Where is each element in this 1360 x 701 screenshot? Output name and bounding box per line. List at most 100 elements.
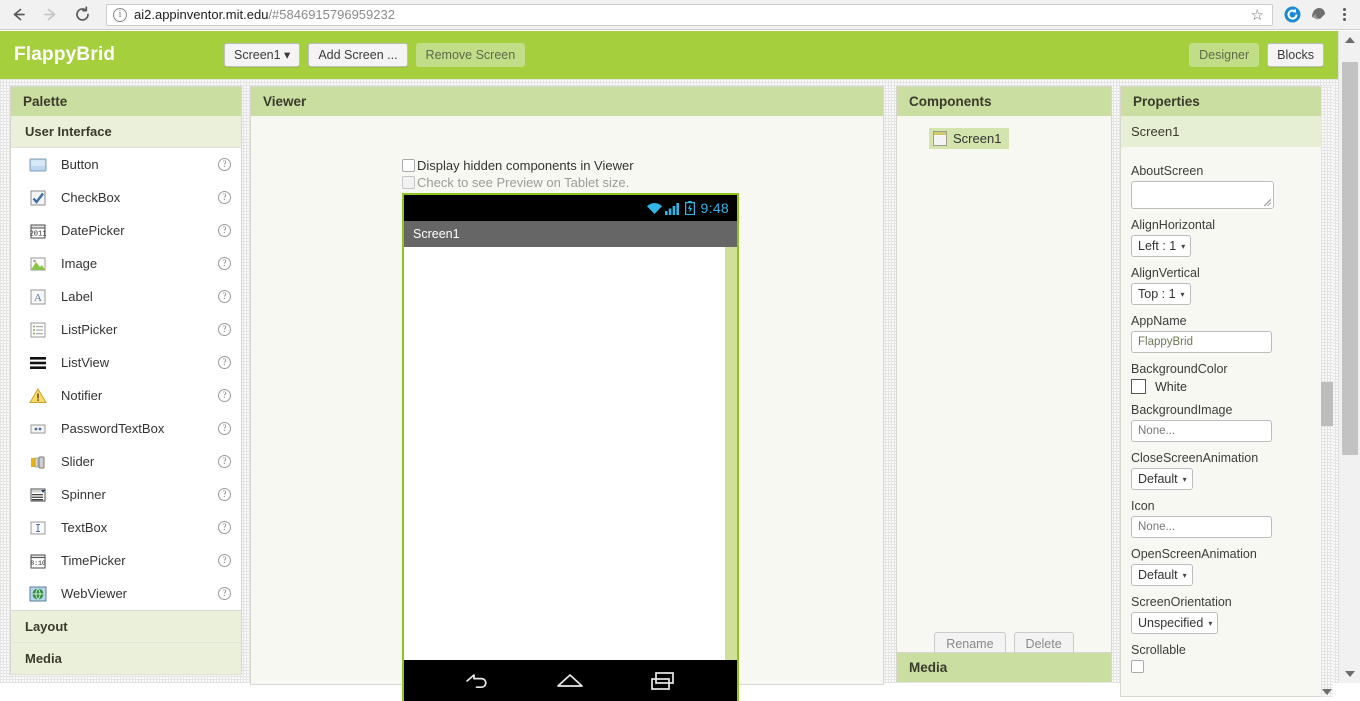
tablet-preview-checkbox-row[interactable]: Check to see Preview on Tablet size. — [402, 175, 634, 190]
forward-arrow-icon — [36, 1, 64, 29]
blocks-tab-button[interactable]: Blocks — [1267, 43, 1324, 67]
palette-item-textbox[interactable]: TextBox? — [11, 511, 241, 544]
property-input-backgroundimage[interactable]: None... — [1131, 420, 1272, 442]
palette-section-media[interactable]: Media — [10, 643, 242, 675]
phone-navigation-bar — [404, 660, 737, 701]
palette-item-label: TextBox — [61, 520, 108, 535]
components-title: Components — [896, 86, 1112, 116]
palette-item-spinner[interactable]: Spinner? — [11, 478, 241, 511]
designer-tab-button[interactable]: Designer — [1189, 43, 1260, 67]
scroll-down-arrow-icon[interactable] — [1345, 671, 1355, 677]
chevron-down-icon: ▾ — [1181, 241, 1186, 251]
help-icon[interactable]: ? — [218, 323, 231, 336]
home-nav-icon — [557, 673, 584, 687]
palette-item-timepicker[interactable]: 8:10 TimePicker? — [11, 544, 241, 577]
palette-item-button[interactable]: Button? — [11, 148, 241, 181]
help-icon[interactable]: ? — [218, 356, 231, 369]
palette-item-list: Button? CheckBox? 2011 DatePicker? Image? A La… — [10, 148, 242, 611]
component-tree: Screen1 — [897, 116, 1111, 151]
palette-item-notifier[interactable]: Notifier? — [11, 379, 241, 412]
property-select-screenorientation[interactable]: Unspecified ▾ — [1131, 612, 1219, 634]
ghostery-extension-icon[interactable] — [1305, 2, 1331, 28]
help-icon[interactable]: ? — [218, 488, 231, 501]
chevron-down-icon: ▾ — [1208, 618, 1213, 628]
component-tree-item-screen1[interactable]: Screen1 — [929, 128, 1010, 149]
palette-item-checkbox[interactable]: CheckBox? — [11, 181, 241, 214]
property-label-screenorientation: ScreenOrientation — [1131, 595, 1232, 609]
palette-item-image[interactable]: Image? — [11, 247, 241, 280]
label-component-icon: A — [29, 288, 47, 306]
chevron-down-icon: ▾ — [1182, 474, 1187, 484]
properties-scrollbar-thumb[interactable] — [1321, 382, 1333, 426]
page-scrollbar-thumb[interactable] — [1342, 62, 1358, 455]
help-icon[interactable]: ? — [218, 224, 231, 237]
palette-item-label[interactable]: A Label? — [11, 280, 241, 313]
three-dots-menu-icon[interactable] — [1331, 1, 1357, 29]
display-hidden-components-label: Display hidden components in Viewer — [417, 158, 634, 173]
palette-item-label: TimePicker — [61, 553, 126, 568]
palette-title: Palette — [10, 86, 242, 116]
slider-component-icon — [29, 453, 47, 471]
help-icon[interactable]: ? — [218, 257, 231, 270]
property-input-icon[interactable]: None... — [1131, 516, 1272, 538]
app-header: FlappyBrid Screen1 ▾ Add Screen ... Remo… — [0, 31, 1338, 79]
datepicker-component-icon: 2011 — [29, 222, 47, 240]
property-color-backgroundcolor[interactable]: White — [1131, 379, 1322, 394]
property-select-value: Top : 1 — [1138, 287, 1176, 301]
chevron-down-icon: ▾ — [284, 48, 291, 62]
help-icon[interactable]: ? — [218, 455, 231, 468]
help-icon[interactable]: ? — [218, 554, 231, 567]
palette-section-user-interface[interactable]: User Interface — [10, 116, 242, 148]
property-label-icon: Icon — [1131, 499, 1155, 513]
address-bar[interactable]: i ai2.appinventor.mit.edu /#584691579695… — [106, 3, 1273, 26]
add-screen-button[interactable]: Add Screen ... — [308, 43, 408, 67]
help-icon[interactable]: ? — [218, 191, 231, 204]
help-icon[interactable]: ? — [218, 158, 231, 171]
bookmark-star-icon[interactable]: ☆ — [1251, 6, 1266, 24]
phone-preview-frame[interactable]: 9:48 Screen1 — [402, 193, 739, 701]
timepicker-component-icon: 8:10 — [29, 552, 47, 570]
property-select-alignvertical[interactable]: Top : 1 ▾ — [1131, 283, 1191, 305]
property-label-backgroundimage: BackgroundImage — [1131, 403, 1233, 417]
help-icon[interactable]: ? — [218, 422, 231, 435]
help-icon[interactable]: ? — [218, 389, 231, 402]
palette-item-label: WebViewer — [61, 586, 127, 601]
palette-item-passwordtextbox[interactable]: PasswordTextBox? — [11, 412, 241, 445]
help-icon[interactable]: ? — [218, 521, 231, 534]
screen-selector-dropdown[interactable]: Screen1 ▾ — [224, 43, 301, 67]
palette-item-listview[interactable]: ListView? — [11, 346, 241, 379]
reload-icon[interactable] — [68, 1, 96, 29]
property-select-value: Default — [1138, 568, 1178, 582]
property-checkbox-scrollable[interactable] — [1131, 660, 1144, 673]
back-arrow-icon[interactable] — [4, 1, 32, 29]
palette-item-slider[interactable]: Slider? — [11, 445, 241, 478]
property-select-closescreenanimation[interactable]: Default ▾ — [1131, 468, 1193, 490]
site-info-icon[interactable]: i — [113, 7, 127, 22]
viewer-scroll-strip[interactable] — [725, 247, 737, 660]
scroll-up-arrow-icon[interactable] — [1345, 37, 1355, 43]
property-select-alignhorizontal[interactable]: Left : 1 ▾ — [1131, 235, 1192, 257]
palette-section-layout[interactable]: Layout — [10, 611, 242, 643]
page-scrollbar[interactable] — [1338, 31, 1360, 683]
palette-item-webviewer[interactable]: WebViewer? — [11, 577, 241, 610]
property-textarea-aboutscreen[interactable] — [1131, 181, 1274, 209]
properties-scrollbar[interactable] — [1321, 86, 1333, 697]
property-input-appname[interactable]: FlappyBrid — [1131, 331, 1272, 353]
help-icon[interactable]: ? — [218, 290, 231, 303]
palette-panel: Palette User Interface Button? CheckBox? 2… — [10, 86, 242, 675]
property-select-openscreenanimation[interactable]: Default ▾ — [1131, 564, 1193, 586]
palette-item-datepicker[interactable]: 2011 DatePicker? — [11, 214, 241, 247]
property-label-alignhorizontal: AlignHorizontal — [1131, 218, 1216, 232]
component-tree-item-label: Screen1 — [953, 131, 1002, 146]
help-icon[interactable]: ? — [218, 587, 231, 600]
svg-text:2011: 2011 — [30, 230, 47, 238]
palette-item-listpicker[interactable]: ListPicker? — [11, 313, 241, 346]
phone-screen-canvas[interactable] — [404, 247, 737, 660]
tablet-preview-checkbox[interactable] — [402, 176, 415, 189]
sync-extension-icon[interactable] — [1279, 2, 1305, 28]
palette-item-label: Spinner — [61, 487, 106, 502]
display-hidden-components-checkbox[interactable] — [402, 159, 415, 172]
display-hidden-components-checkbox-row[interactable]: Display hidden components in Viewer — [402, 158, 634, 173]
textbox-component-icon — [29, 519, 47, 537]
scroll-down-arrow-icon[interactable] — [1322, 689, 1332, 695]
